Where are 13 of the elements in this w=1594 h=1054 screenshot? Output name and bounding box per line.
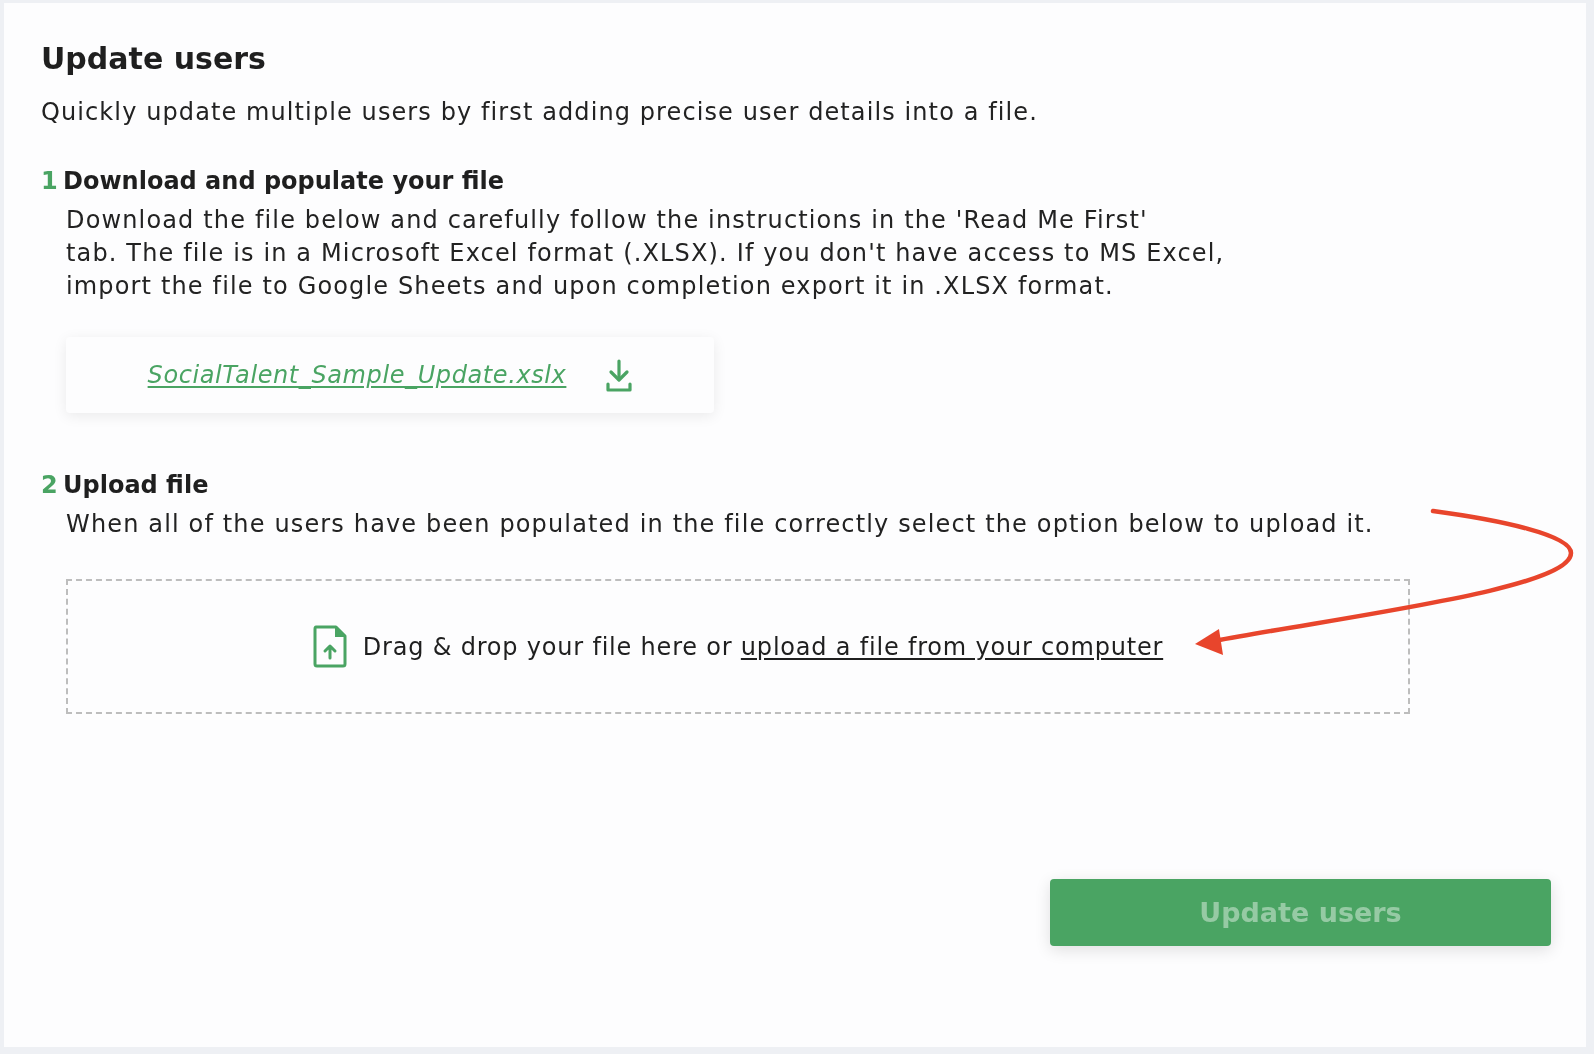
step-number: 1	[41, 166, 59, 196]
dropzone-text: Drag & drop your file here or upload a file from your computer	[362, 631, 1164, 662]
step-number: 2	[41, 470, 59, 500]
page-subtitle: Quickly update multiple users by first adding precise user details into a file.	[41, 97, 1038, 127]
step-description: When all of the users have been populated in the file correctly select the option below to upload it.	[66, 509, 1374, 540]
upload-link[interactable]: upload a file from your computer	[740, 632, 1164, 661]
step-heading: Download and populate your file	[63, 166, 505, 196]
page-title: Update users	[41, 41, 266, 77]
file-upload-icon	[312, 625, 347, 668]
step-heading: Upload file	[63, 470, 209, 500]
step-description: Download the file below and carefully follow the instructions in the 'Read Me First' tab. The file is in a Microsoft Excel format (.XLSX). If you don't have access to MS Excel, import the file to Google Sheets and upon completion export it in .XLSX format.	[66, 205, 1225, 302]
file-dropzone[interactable]: Drag & drop your file here or upload a file from your computer	[66, 579, 1410, 714]
download-icon[interactable]	[606, 358, 633, 392]
